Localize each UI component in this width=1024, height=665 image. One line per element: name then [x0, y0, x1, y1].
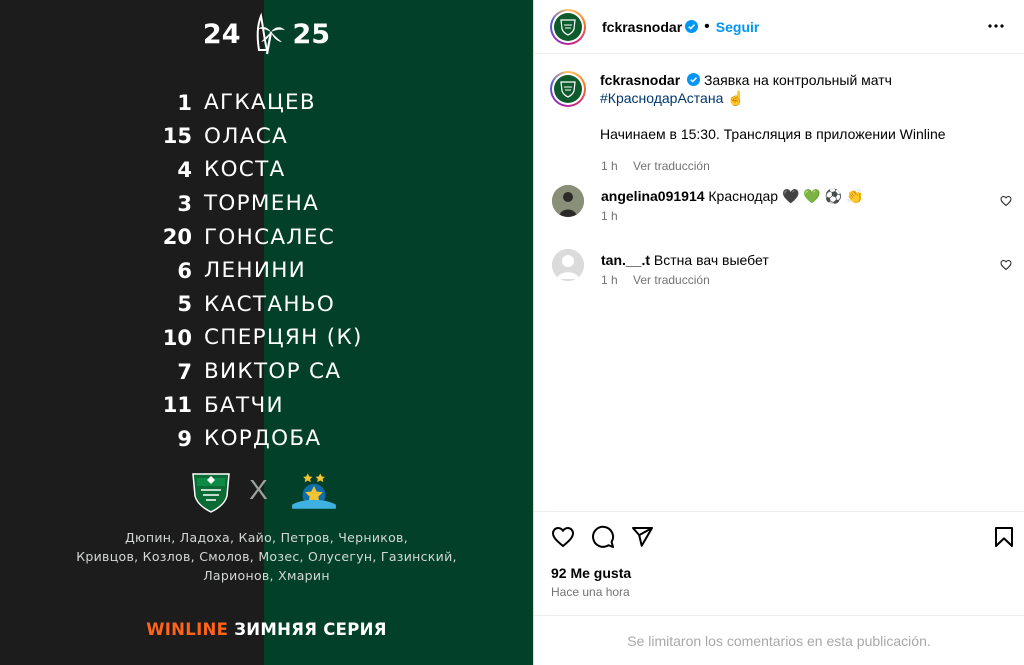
lineup-row: 6 ЛЕНИНИ — [0, 254, 533, 288]
season-banner: 24 25 — [0, 10, 533, 58]
palm-sail-icon — [256, 12, 285, 55]
username-link[interactable]: fckrasnodar — [602, 19, 682, 35]
season-start: 24 — [202, 18, 241, 50]
player-number: 7 — [177, 359, 192, 384]
caption-text: Заявка на контрольный матч — [703, 72, 892, 88]
see-translation-link[interactable]: Ver traducción — [633, 273, 710, 287]
caption-username[interactable]: fckrasnodar — [600, 72, 680, 88]
player-name: ТОРМЕНА — [204, 191, 320, 217]
comment-text-block: angelina091914 Краснодар 🖤 💚 ⚽ 👏 — [601, 187, 863, 205]
lineup-row: 10 СПЕРЦЯН (К) — [0, 321, 533, 355]
post-panel: fckrasnodar • Seguir fckrasnodar Заявка … — [533, 0, 1024, 665]
comment-text: Встна вач выебет — [653, 252, 769, 268]
comment-text: Краснодар — [708, 188, 779, 204]
player-name: ГОНСАЛЕС — [204, 224, 336, 250]
commenter-avatar[interactable] — [552, 185, 584, 217]
lineup-row: 5 КАСТАНЬО — [0, 288, 533, 322]
verified-badge-icon — [687, 73, 701, 86]
player-number: 5 — [177, 292, 192, 317]
action-bar — [534, 511, 1024, 561]
bookmark-icon[interactable] — [992, 525, 1016, 549]
player-name: ЛЕНИНИ — [204, 258, 307, 284]
club-logo-icon — [554, 12, 582, 41]
like-comment-icon[interactable] — [1000, 195, 1012, 207]
player-number: 4 — [177, 157, 192, 182]
comment-text-block: tan.__.t Встна вач выебет — [601, 251, 769, 269]
separator-dot: • — [704, 17, 710, 35]
caption-text-block: fckrasnodar Заявка на контрольный матч #… — [600, 71, 1000, 107]
likes-count[interactable]: 92 Me gusta — [551, 565, 631, 581]
comment-meta: 1 h — [601, 209, 618, 223]
player-name: БАТЧИ — [204, 392, 284, 418]
comment-emoji: 🖤 💚 ⚽ 👏 — [781, 188, 864, 204]
lineup-row: 15 ОЛАСА — [0, 120, 533, 154]
astana-crest-icon — [291, 473, 336, 509]
comment-icon[interactable] — [591, 525, 615, 549]
player-number: 9 — [177, 426, 192, 451]
verified-badge-icon — [685, 20, 699, 33]
lineup-row: 7 ВИКТОР СА — [0, 355, 533, 389]
player-name: АГКАЦЕВ — [204, 90, 316, 116]
player-name: КОСТА — [204, 157, 286, 183]
player-number: 10 — [162, 325, 192, 350]
substitutes-line: Ларионов, Хмарин — [203, 568, 330, 583]
krasnodar-crest-icon — [192, 473, 230, 513]
sponsor-series: ЗИМНЯЯ СЕРИЯ — [234, 620, 387, 639]
team-badges: X — [0, 460, 533, 520]
lineup-row: 9 КОРДОБА — [0, 422, 533, 456]
player-name: ВИКТОР СА — [204, 359, 342, 385]
more-options-icon[interactable] — [984, 14, 1008, 38]
like-comment-icon[interactable] — [1000, 259, 1012, 271]
player-number: 3 — [177, 191, 192, 216]
player-name: КОРДОБА — [204, 426, 322, 452]
post-header: fckrasnodar • Seguir — [534, 0, 1024, 54]
lineup-row: 20 ГОНСАЛЕС — [0, 220, 533, 254]
player-name: ОЛАСА — [204, 123, 289, 149]
comment-time: 1 h — [601, 273, 618, 287]
lineup-row: 3 ТОРМЕНА — [0, 187, 533, 221]
comments-limited-notice: Se limitaron los comentarios en esta pub… — [534, 615, 1024, 665]
substitutes-line: Кривцов, Козлов, Смолов, Мозес, Олусегун… — [76, 549, 457, 564]
lineup-row: 4 КОСТА — [0, 153, 533, 187]
player-name: СПЕРЦЯН (К) — [204, 325, 363, 351]
player-name: КАСТАНЬО — [204, 291, 336, 317]
caption-avatar[interactable] — [550, 71, 586, 107]
comment-time: 1 h — [601, 209, 618, 223]
club-logo-icon — [554, 75, 582, 103]
send-icon[interactable] — [630, 525, 654, 549]
versus-separator: X — [249, 474, 268, 505]
post-image[interactable]: 24 25 1 АГКАЦЕВ 15 ОЛАСА 4 КОСТА 3 ТОРМЕНА 2… — [0, 0, 533, 665]
player-number: 20 — [162, 225, 192, 250]
lineup-row: 1 АГКАЦЕВ — [0, 86, 533, 120]
player-number: 6 — [177, 258, 192, 283]
lineup-row: 11 БАТЧИ — [0, 388, 533, 422]
caption-hashtag[interactable]: #КраснодарАстана — [600, 90, 723, 106]
caption-time: 1 h — [601, 159, 618, 173]
comment-username[interactable]: tan.__.t — [601, 252, 650, 268]
sponsor-brand: WINLINE — [146, 620, 229, 639]
substitutes-line: Дюпин, Ладоха, Кайо, Петров, Черников, — [124, 530, 408, 545]
caption-body: Начинаем в 15:30. Трансляция в приложени… — [600, 126, 946, 142]
player-number: 1 — [177, 90, 192, 115]
post-timestamp[interactable]: Hace una hora — [551, 585, 630, 599]
caption-meta: 1 h Ver traducción — [601, 159, 710, 173]
season-end: 25 — [292, 18, 331, 50]
caption-emoji: ☝ — [727, 90, 745, 106]
heart-icon[interactable] — [551, 525, 575, 549]
commenter-avatar[interactable] — [552, 249, 584, 281]
avatar[interactable] — [550, 8, 586, 45]
lineup-list: 1 АГКАЦЕВ 15 ОЛАСА 4 КОСТА 3 ТОРМЕНА 20 ГОНСА… — [0, 86, 533, 456]
follow-button[interactable]: Seguir — [716, 19, 760, 35]
see-translation-link[interactable]: Ver traducción — [633, 159, 710, 173]
comments-section[interactable]: fckrasnodar Заявка на контрольный матч #… — [534, 55, 1024, 510]
player-number: 15 — [162, 124, 192, 149]
comment-meta: 1 h Ver traducción — [601, 273, 710, 287]
substitutes-list: Дюпин, Ладоха, Кайо, Петров, Черников, К… — [0, 528, 533, 585]
comment-username[interactable]: angelina091914 — [601, 188, 705, 204]
sponsor-banner: WINLINE ЗИМНЯЯ СЕРИЯ — [0, 620, 533, 639]
player-number: 11 — [162, 393, 192, 418]
